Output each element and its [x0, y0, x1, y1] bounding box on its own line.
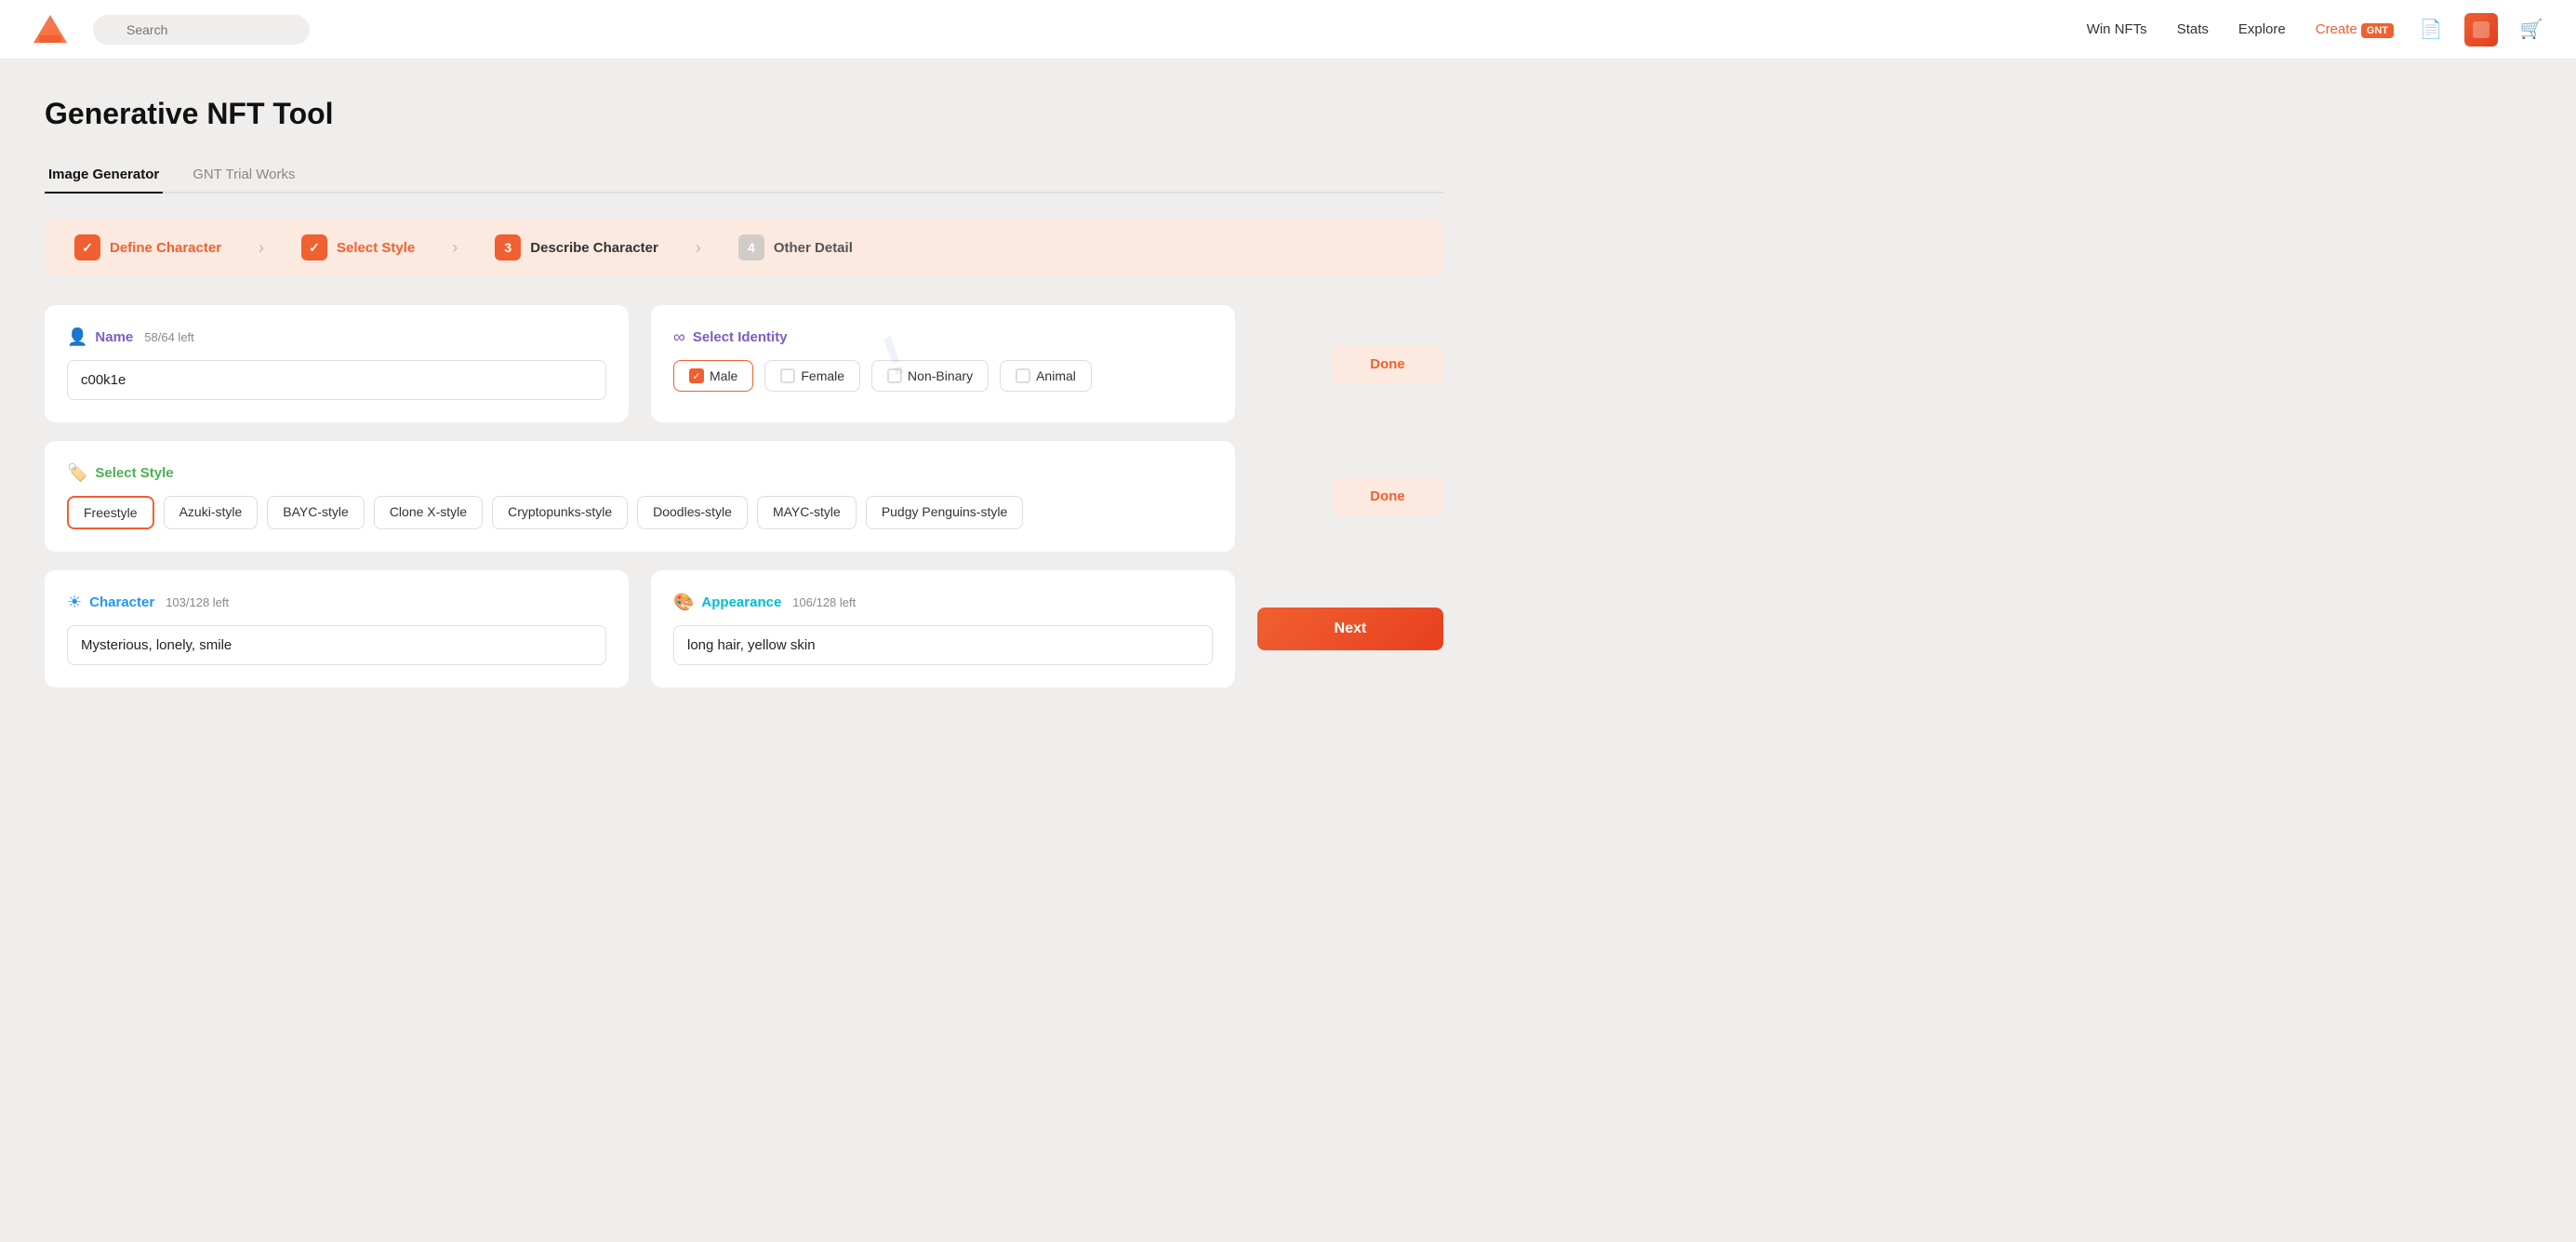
name-icon: 👤	[67, 327, 87, 347]
appearance-card: 🎨 Appearance 106/128 left	[651, 570, 1235, 688]
character-card: ☀ Character 103/128 left	[45, 570, 629, 688]
female-label: Female	[801, 368, 844, 383]
style-doodles[interactable]: Doodles-style	[637, 496, 748, 529]
step-4-num: 4	[738, 234, 764, 260]
step-1-check: ✓	[74, 234, 100, 260]
style-row: 🏷️ Select Style Freestyle Azuki-style BA…	[45, 441, 1443, 552]
step-1[interactable]: ✓ Define Character	[74, 234, 221, 260]
search-container: 🔍	[93, 15, 310, 45]
tab-image-generator[interactable]: Image Generator	[45, 157, 163, 194]
style-options: Freestyle Azuki-style BAYC-style Clone X…	[67, 496, 1213, 529]
step-3-num: 3	[495, 234, 521, 260]
female-checkbox[interactable]	[780, 368, 795, 383]
style-cryptopunks[interactable]: Cryptopunks-style	[492, 496, 628, 529]
identity-male[interactable]: ✓ Male	[673, 360, 753, 392]
name-counter: 58/64 left	[144, 330, 194, 344]
male-checkbox[interactable]: ✓	[689, 368, 704, 383]
char-appear-row: ☀ Character 103/128 left 🎨 Appearance 10…	[45, 570, 1443, 688]
nav-icons: 📄 🛒	[2416, 13, 2546, 47]
appearance-header: 🎨 Appearance 106/128 left	[673, 593, 1213, 612]
character-title: Character	[89, 594, 154, 610]
nav-links: Win NFTs Stats Explore CreateGNT	[2087, 21, 2394, 37]
step-2[interactable]: ✓ Select Style	[301, 234, 415, 260]
style-done-button[interactable]: Done	[1332, 477, 1443, 515]
tabs: Image Generator GNT Trial Works	[45, 157, 1443, 194]
nonbinary-checkbox[interactable]	[887, 368, 902, 383]
document-icon[interactable]: 📄	[2416, 15, 2446, 45]
name-header: 👤 Name 58/64 left	[67, 327, 606, 347]
identity-nonbinary[interactable]: Non-Binary	[871, 360, 989, 392]
step-2-label: Select Style	[337, 240, 415, 256]
search-input[interactable]	[93, 15, 310, 45]
logo[interactable]	[30, 9, 71, 50]
name-input[interactable]	[67, 360, 606, 400]
step-sep-1: ›	[259, 238, 264, 258]
style-azuki[interactable]: Azuki-style	[164, 496, 259, 529]
step-sep-2: ›	[452, 238, 458, 258]
identity-female[interactable]: Female	[764, 360, 860, 392]
appearance-title: Appearance	[701, 594, 781, 610]
style-pudgy[interactable]: Pudgy Penguins-style	[866, 496, 1023, 529]
step-3[interactable]: 3 Describe Character	[495, 234, 658, 260]
next-button[interactable]: Next	[1257, 608, 1443, 650]
identity-title: Select Identity	[693, 329, 788, 345]
style-title: Select Style	[95, 465, 173, 481]
style-clonex[interactable]: Clone X-style	[374, 496, 483, 529]
step-4[interactable]: 4 Other Detail	[738, 234, 853, 260]
next-panel: Next	[1257, 570, 1443, 688]
style-done-panel: Done	[1257, 441, 1443, 552]
identity-done-button[interactable]: Done	[1332, 345, 1443, 383]
nav-create[interactable]: CreateGNT	[2316, 21, 2394, 37]
nav-win-nfts[interactable]: Win NFTs	[2087, 21, 2147, 37]
steps-bar: ✓ Define Character › ✓ Select Style › 3 …	[45, 220, 1443, 275]
tab-gnt-trial-works[interactable]: GNT Trial Works	[189, 157, 299, 194]
appearance-input[interactable]	[673, 625, 1213, 665]
character-input[interactable]	[67, 625, 606, 665]
style-freestyle[interactable]: Freestyle	[67, 496, 154, 529]
cart-icon[interactable]: 🛒	[2516, 15, 2546, 45]
animal-label: Animal	[1036, 368, 1076, 383]
character-icon: ☀	[67, 593, 82, 612]
step-sep-3: ›	[696, 238, 701, 258]
step-1-label: Define Character	[110, 240, 221, 256]
style-mayc[interactable]: MAYC-style	[757, 496, 856, 529]
name-title: Name	[95, 329, 133, 345]
appearance-icon: 🎨	[673, 593, 694, 612]
style-card: 🏷️ Select Style Freestyle Azuki-style BA…	[45, 441, 1235, 552]
step-3-label: Describe Character	[530, 240, 658, 256]
identity-done-panel: Done	[1257, 305, 1443, 422]
name-identity-row: 👤 Name 58/64 left ! ∞ Select Identity ✓ …	[45, 305, 1443, 422]
male-label: Male	[710, 368, 737, 383]
gnt-badge: GNT	[2361, 23, 2394, 38]
style-icon: 🏷️	[67, 463, 87, 483]
nav-explore[interactable]: Explore	[2238, 21, 2286, 37]
avatar[interactable]	[2464, 13, 2498, 47]
animal-checkbox[interactable]	[1016, 368, 1030, 383]
nav-stats[interactable]: Stats	[2177, 21, 2209, 37]
name-card: 👤 Name 58/64 left	[45, 305, 629, 422]
appearance-counter: 106/128 left	[792, 595, 856, 609]
page-title: Generative NFT Tool	[45, 97, 1443, 131]
nonbinary-label: Non-Binary	[908, 368, 973, 383]
character-counter: 103/128 left	[166, 595, 229, 609]
style-bayc[interactable]: BAYC-style	[267, 496, 365, 529]
character-header: ☀ Character 103/128 left	[67, 593, 606, 612]
step-4-label: Other Detail	[774, 240, 853, 256]
style-header: 🏷️ Select Style	[67, 463, 1213, 483]
identity-header: ∞ Select Identity	[673, 327, 1213, 347]
identity-animal[interactable]: Animal	[1000, 360, 1092, 392]
step-2-check: ✓	[301, 234, 327, 260]
identity-options: ✓ Male Female Non-Binary Animal	[673, 360, 1213, 392]
identity-card: ! ∞ Select Identity ✓ Male Female Non-Bi…	[651, 305, 1235, 422]
identity-icon: ∞	[673, 327, 685, 347]
